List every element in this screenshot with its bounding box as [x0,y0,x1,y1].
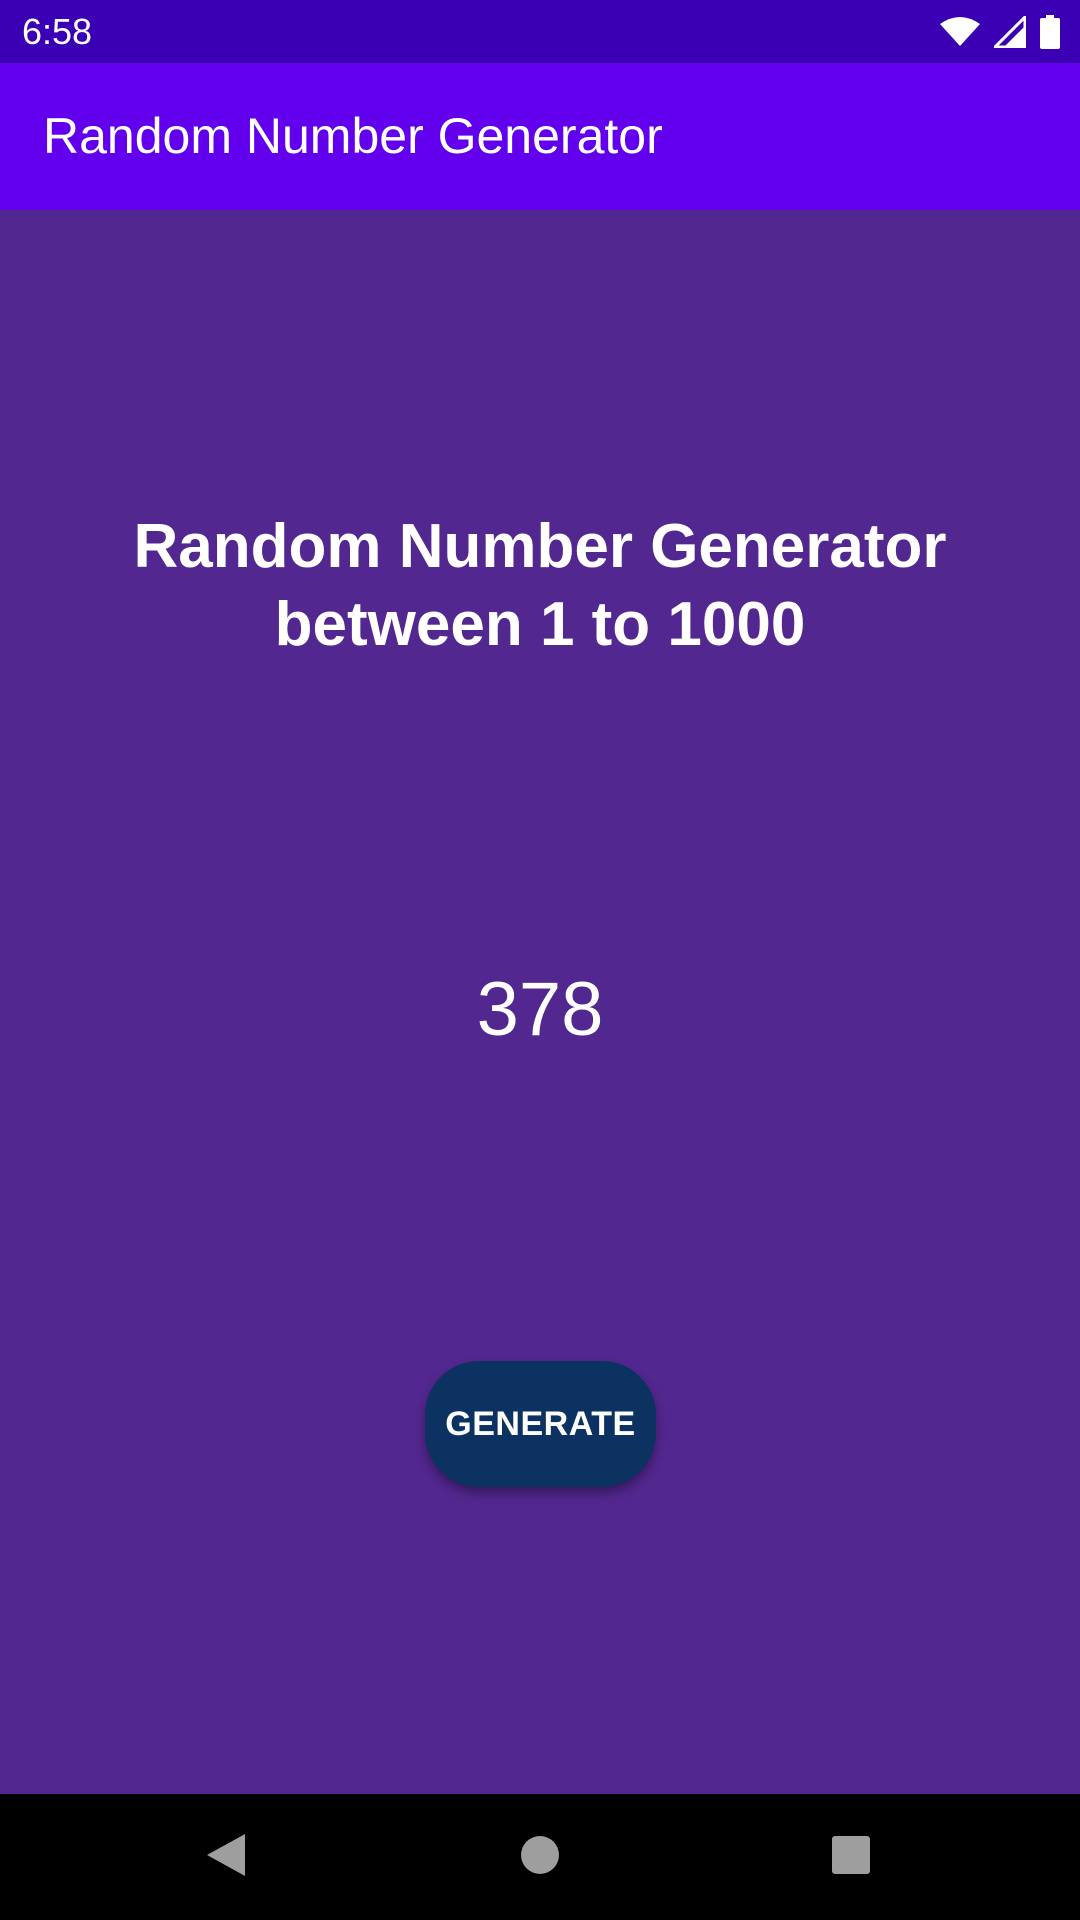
page-heading: Random Number Generator between 1 to 100… [60,508,1020,664]
nav-home-button[interactable] [460,1794,620,1920]
generate-button[interactable]: GENERATE [425,1361,656,1487]
back-icon [205,1832,247,1883]
status-icons [940,14,1060,50]
main-content: Random Number Generator between 1 to 100… [0,210,1080,1794]
home-icon [520,1835,560,1880]
cell-signal-icon [994,16,1026,48]
app-title: Random Number Generator [43,108,663,164]
heading-line-1: Random Number Generator [133,512,947,581]
navigation-bar [0,1794,1080,1920]
random-number-display: 378 [476,967,604,1052]
recents-icon [831,1835,871,1880]
status-bar: 6:58 [0,0,1080,63]
app-bar: Random Number Generator [0,63,1080,210]
battery-icon [1040,15,1060,49]
nav-recents-button[interactable] [771,1794,931,1920]
status-time: 6:58 [22,11,93,52]
wifi-icon [940,16,980,48]
heading-line-2: between 1 to 1000 [274,590,806,659]
nav-back-button[interactable] [146,1794,306,1920]
